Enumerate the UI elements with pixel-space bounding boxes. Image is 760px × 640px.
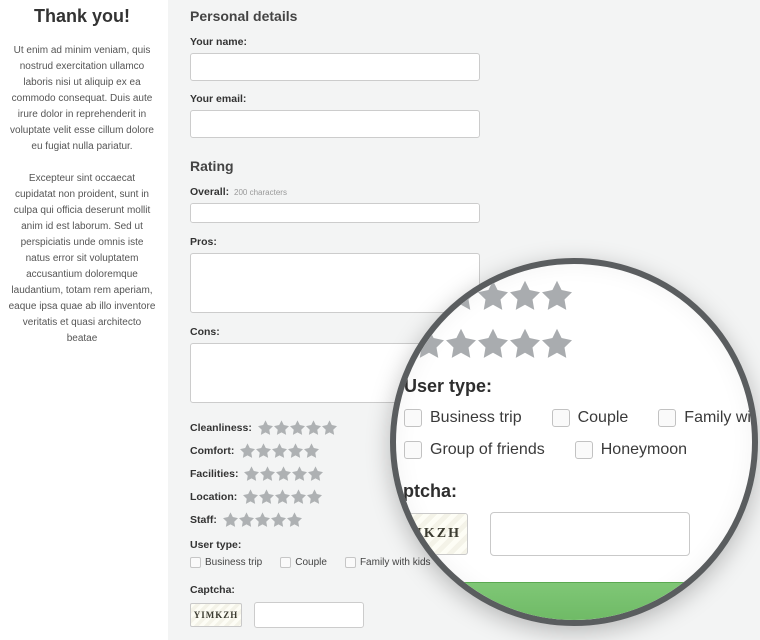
star-icon[interactable] bbox=[306, 420, 321, 435]
usertype-friends[interactable]: Group of friends bbox=[449, 557, 536, 568]
rating-facilities[interactable]: Facilities: bbox=[190, 466, 738, 481]
star-icon[interactable] bbox=[256, 443, 271, 458]
rating-cleanliness[interactable]: Cleanliness: bbox=[190, 420, 738, 435]
star-icon[interactable] bbox=[292, 466, 307, 481]
name-input[interactable] bbox=[190, 53, 480, 81]
star-group[interactable] bbox=[240, 443, 319, 458]
email-input[interactable] bbox=[190, 110, 480, 138]
usertype-family[interactable]: Family with kids bbox=[345, 557, 431, 568]
cons-textarea[interactable] bbox=[190, 343, 480, 403]
star-icon[interactable] bbox=[239, 512, 254, 527]
star-group[interactable] bbox=[258, 420, 337, 435]
star-icon[interactable] bbox=[287, 512, 302, 527]
star-icon[interactable] bbox=[259, 489, 274, 504]
star-icon[interactable] bbox=[240, 443, 255, 458]
overall-label: Overall: 200 characters bbox=[190, 186, 738, 198]
rating-location[interactable]: Location: bbox=[190, 489, 738, 504]
star-group[interactable] bbox=[244, 466, 323, 481]
star-icon[interactable] bbox=[243, 489, 258, 504]
star-icon[interactable] bbox=[276, 466, 291, 481]
captcha-image: YIMKZH bbox=[190, 603, 242, 627]
rating-comfort[interactable]: Comfort: bbox=[190, 443, 738, 458]
captcha-input[interactable] bbox=[254, 602, 364, 628]
star-icon[interactable] bbox=[223, 512, 238, 527]
star-icon[interactable] bbox=[275, 489, 290, 504]
star-icon[interactable] bbox=[290, 420, 305, 435]
name-label: Your name: bbox=[190, 36, 738, 48]
rating-staff[interactable]: Staff: bbox=[190, 512, 738, 527]
usertype-honeymoon[interactable]: Honeymoon bbox=[553, 557, 622, 568]
star-icon[interactable] bbox=[260, 466, 275, 481]
star-icon[interactable] bbox=[304, 443, 319, 458]
overall-hint: 200 characters bbox=[234, 188, 287, 197]
thank-you-heading: Thank you! bbox=[8, 6, 156, 27]
thank-you-sidebar: Thank you! Ut enim ad minim veniam, quis… bbox=[0, 0, 168, 640]
cons-label: Cons: bbox=[190, 326, 738, 338]
pros-textarea[interactable] bbox=[190, 253, 480, 313]
star-icon[interactable] bbox=[307, 489, 322, 504]
review-form-panel: Personal details Your name: Your email: … bbox=[168, 0, 760, 640]
usertype-couple[interactable]: Couple bbox=[280, 557, 327, 568]
star-group[interactable] bbox=[243, 489, 322, 504]
star-icon[interactable] bbox=[244, 466, 259, 481]
star-icon[interactable] bbox=[308, 466, 323, 481]
rating-title: Rating bbox=[190, 158, 738, 174]
star-group[interactable] bbox=[223, 512, 302, 527]
star-icon[interactable] bbox=[291, 489, 306, 504]
usertype-label: User type: bbox=[190, 539, 738, 551]
pros-label: Pros: bbox=[190, 236, 738, 248]
thank-you-para-1: Ut enim ad minim veniam, quis nostrud ex… bbox=[8, 43, 156, 155]
star-icon[interactable] bbox=[258, 420, 273, 435]
star-icon[interactable] bbox=[288, 443, 303, 458]
email-label: Your email: bbox=[190, 93, 738, 105]
star-icon[interactable] bbox=[272, 443, 287, 458]
thank-you-para-2: Excepteur sint occaecat cupidatat non pr… bbox=[8, 171, 156, 347]
star-icon[interactable] bbox=[271, 512, 286, 527]
star-icon[interactable] bbox=[255, 512, 270, 527]
captcha-label: Captcha: bbox=[190, 584, 738, 596]
star-icon[interactable] bbox=[322, 420, 337, 435]
usertype-business[interactable]: Business trip bbox=[190, 557, 262, 568]
overall-textarea[interactable] bbox=[190, 203, 480, 223]
personal-details-title: Personal details bbox=[190, 8, 738, 24]
star-icon[interactable] bbox=[274, 420, 289, 435]
